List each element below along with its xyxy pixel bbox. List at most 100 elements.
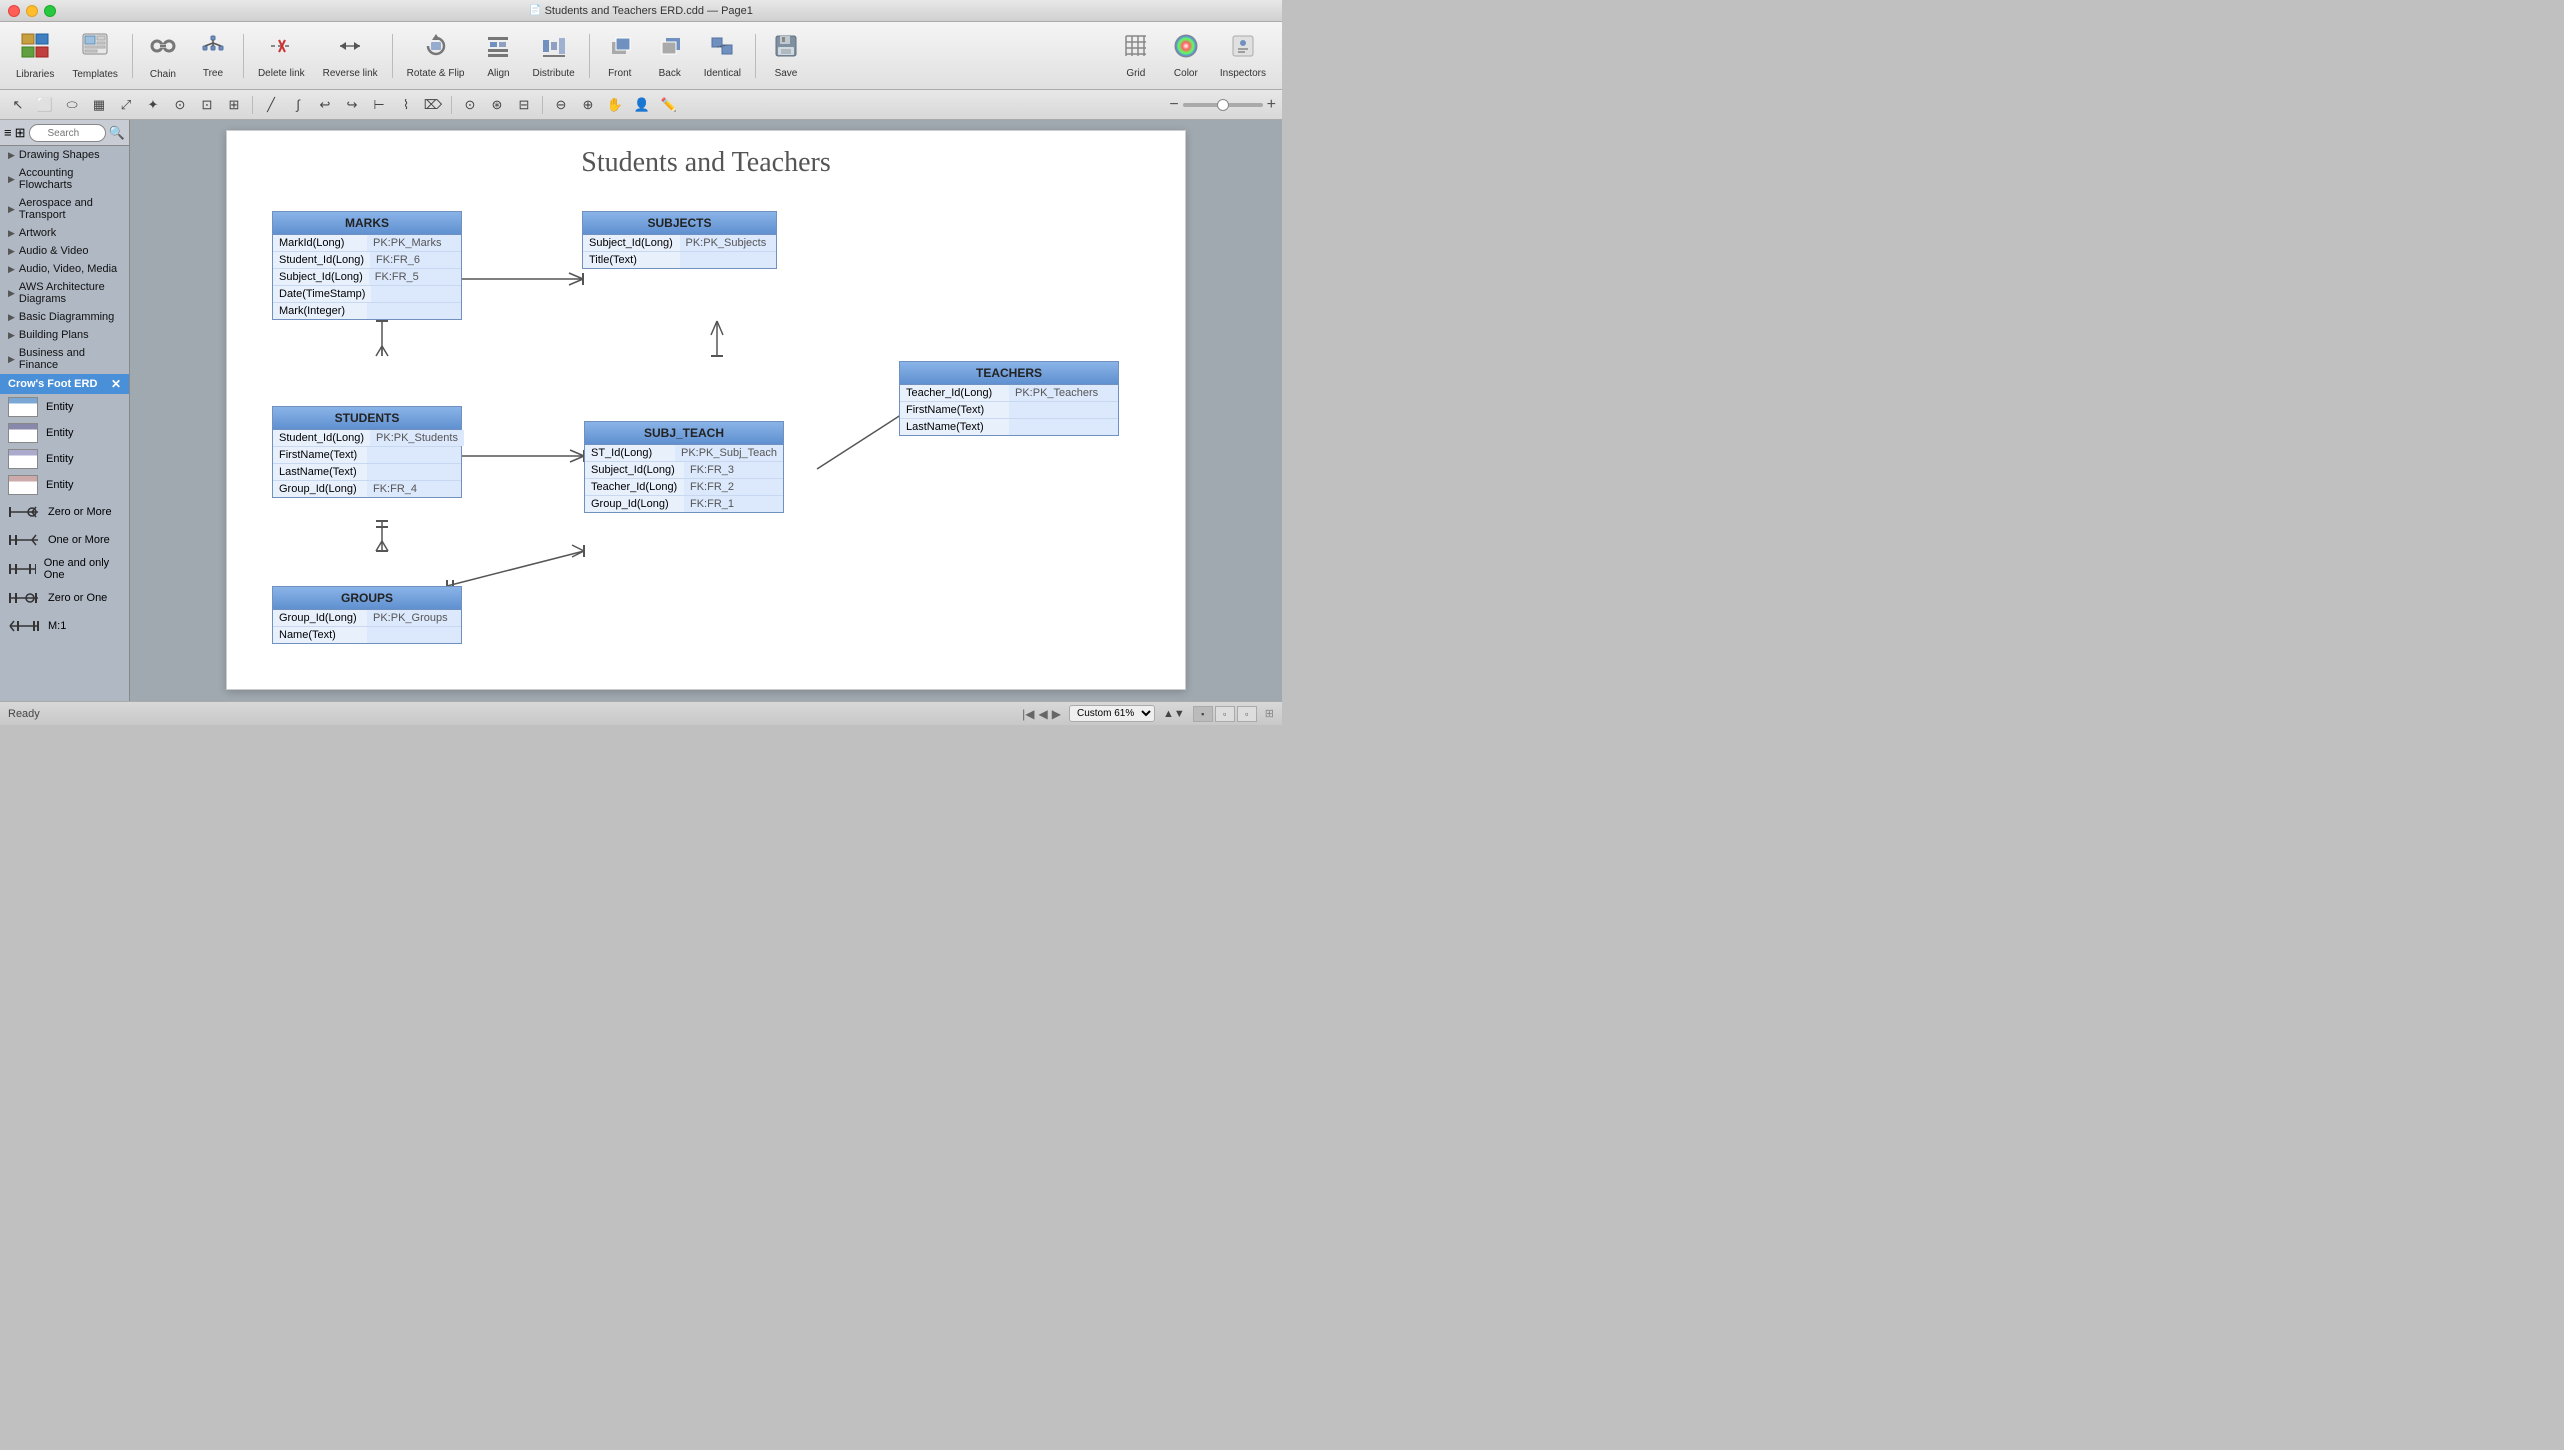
page-prev-btn[interactable]: ◀ [1039, 707, 1048, 721]
undo-tool[interactable]: ↩ [313, 94, 337, 116]
subj-teach-header: SUBJ_TEACH [585, 422, 783, 445]
toolbar-inspectors[interactable]: Inspectors [1212, 28, 1274, 83]
shape-one-or-more[interactable]: One or More [0, 526, 129, 554]
curve-tool[interactable]: ∫ [286, 94, 310, 116]
page-first-btn[interactable]: |◀ [1022, 707, 1034, 721]
view-btn-3[interactable]: ▫ [1237, 706, 1257, 722]
zoom-fit[interactable]: ⊖ [549, 94, 573, 116]
toolbar-chain[interactable]: Chain [139, 28, 187, 84]
zoom-thumb [1217, 99, 1229, 111]
transform1[interactable]: ⊙ [458, 94, 482, 116]
connect-tool[interactable]: ⤢ [114, 94, 138, 116]
toolbar-back[interactable]: Back [646, 28, 694, 83]
sep5 [755, 34, 756, 78]
redo-tool[interactable]: ↪ [340, 94, 364, 116]
zoom-select[interactable]: Custom 61% 50% 75% 100% 150% [1069, 705, 1155, 722]
shape-entity2[interactable]: Entity [0, 420, 129, 446]
shape-m-to-1[interactable]: M:1 [0, 612, 129, 640]
view-btn-2[interactable]: ▫ [1215, 706, 1235, 722]
table-groups[interactable]: GROUPS Group_Id(Long) PK:PK_Groups Name(… [272, 586, 462, 644]
sidebar-item-business[interactable]: ▶ Business and Finance [0, 344, 129, 374]
shape-entity3[interactable]: Entity [0, 446, 129, 472]
zoom-arrow-icon: ▲▼ [1163, 708, 1185, 720]
shape-entity1[interactable]: Entity [0, 394, 129, 420]
pen-tool[interactable]: ✏️ [657, 94, 681, 116]
search-input[interactable] [29, 124, 106, 142]
toolbar-libraries[interactable]: Libraries [8, 28, 62, 84]
shape-entity4[interactable]: Entity [0, 472, 129, 498]
toolbar-distribute[interactable]: Distribute [524, 28, 582, 83]
bezier-tool[interactable]: ⌦ [421, 94, 445, 116]
main-layout: ≡ ⊞ 🔍 🔍 ▶ Drawing Shapes ▶ Accounting Fl… [0, 120, 1282, 701]
toolbar-identical[interactable]: Identical [696, 28, 749, 83]
marks-row-1: MarkId(Long) PK:PK_Marks [273, 235, 461, 252]
oval-select[interactable]: ⬭ [60, 94, 84, 116]
toolbar-templates[interactable]: Templates [64, 28, 126, 84]
sidebar-item-basic[interactable]: ▶ Basic Diagramming [0, 308, 129, 326]
sidebar-item-audio-video-media[interactable]: ▶ Audio, Video, Media [0, 260, 129, 278]
list-view-icon[interactable]: ≡ [4, 125, 12, 140]
avm-label: Audio, Video, Media [19, 263, 117, 275]
business-label: Business and Finance [19, 347, 121, 371]
shape-one-and-only-one[interactable]: One and only One [0, 554, 129, 584]
arrow-aws: ▶ [8, 288, 15, 299]
shape-tool[interactable]: ✦ [141, 94, 165, 116]
transform3[interactable]: ⊟ [512, 94, 536, 116]
lasso-tool[interactable]: ⊙ [168, 94, 192, 116]
select-tool[interactable]: ↖ [6, 94, 30, 116]
minimize-button[interactable] [26, 5, 38, 17]
user-tool[interactable]: 👤 [630, 94, 654, 116]
sidebar-item-accounting[interactable]: ▶ Accounting Flowcharts [0, 164, 129, 194]
canvas-scroll[interactable]: Students and Teachers MARKS MarkId(Long)… [130, 120, 1282, 701]
table-subj-teach[interactable]: SUBJ_TEACH ST_Id(Long) PK:PK_Subj_Teach … [584, 421, 784, 513]
zoom-slider[interactable] [1183, 103, 1263, 107]
sidebar-item-aws[interactable]: ▶ AWS Architecture Diagrams [0, 278, 129, 308]
table-teachers[interactable]: TEACHERS Teacher_Id(Long) PK:PK_Teachers… [899, 361, 1119, 436]
resize-handle[interactable]: ⊞ [1265, 707, 1274, 720]
table-subjects[interactable]: SUBJECTS Subject_Id(Long) PK:PK_Subjects… [582, 211, 777, 269]
table-select[interactable]: ▦ [87, 94, 111, 116]
view-btn-1[interactable]: ▪ [1193, 706, 1213, 722]
toolbar-reverse-link[interactable]: Reverse link [315, 28, 386, 83]
rect-select[interactable]: ⬜ [33, 94, 57, 116]
sidebar-item-audio-video[interactable]: ▶ Audio & Video [0, 242, 129, 260]
shape-zero-or-one[interactable]: Zero or One [0, 584, 129, 612]
teachers-row-1: Teacher_Id(Long) PK:PK_Teachers [900, 385, 1118, 402]
toolbar-front[interactable]: Front [596, 28, 644, 83]
poly-tool[interactable]: ⌇ [394, 94, 418, 116]
close-button[interactable] [8, 5, 20, 17]
sidebar-item-building[interactable]: ▶ Building Plans [0, 326, 129, 344]
subj-teach-row-1: ST_Id(Long) PK:PK_Subj_Teach [585, 445, 783, 462]
toolbar-save[interactable]: Save [762, 28, 810, 83]
chain-icon [149, 32, 177, 66]
toolbar-delete-link[interactable]: Delete link [250, 28, 313, 83]
close-library-btn[interactable]: ✕ [111, 377, 121, 391]
search-btn[interactable]: 🔍 [109, 125, 125, 141]
grid-view-icon[interactable]: ⊞ [15, 125, 26, 141]
toolbar-grid[interactable]: Grid [1112, 28, 1160, 83]
zoom-in-btn[interactable]: ⊕ [576, 94, 600, 116]
table-students[interactable]: STUDENTS Student_Id(Long) PK:PK_Students… [272, 406, 462, 498]
rubber-band[interactable]: ⊡ [195, 94, 219, 116]
toolbar-color[interactable]: Color [1162, 28, 1210, 83]
transform2[interactable]: ⊛ [485, 94, 509, 116]
maximize-button[interactable] [44, 5, 56, 17]
line-tool[interactable]: ╱ [259, 94, 283, 116]
sidebar-item-aerospace[interactable]: ▶ Aerospace and Transport [0, 194, 129, 224]
ortho-tool[interactable]: ⊢ [367, 94, 391, 116]
front-icon [606, 32, 634, 65]
pan-tool[interactable]: ✋ [603, 94, 627, 116]
toolbar-rotate-flip[interactable]: Rotate & Flip [399, 28, 473, 83]
sidebar-item-artwork[interactable]: ▶ Artwork [0, 224, 129, 242]
canvas-area[interactable]: Students and Teachers MARKS MarkId(Long)… [130, 120, 1282, 701]
sidebar-item-drawing-shapes[interactable]: ▶ Drawing Shapes [0, 146, 129, 164]
page-next-btn[interactable]: ▶ [1052, 707, 1061, 721]
zoom-plus[interactable]: + [1267, 96, 1276, 114]
canvas[interactable]: Students and Teachers MARKS MarkId(Long)… [226, 130, 1186, 690]
toolbar-tree[interactable]: Tree [189, 28, 237, 83]
zoom-minus[interactable]: − [1169, 96, 1178, 114]
shape-zero-or-more[interactable]: Zero or More [0, 498, 129, 526]
drag-select[interactable]: ⊞ [222, 94, 246, 116]
table-marks[interactable]: MARKS MarkId(Long) PK:PK_Marks Student_I… [272, 211, 462, 320]
toolbar-align[interactable]: Align [474, 28, 522, 83]
